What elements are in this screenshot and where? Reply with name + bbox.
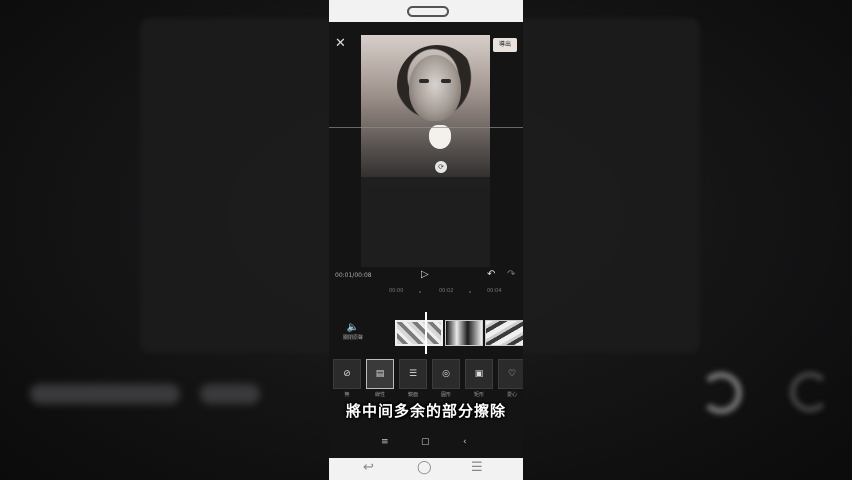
mask-toolbar: ⊘ 無 ▤ 線性 ☰ 鏡面 ◎ 圓形 ▣ 矩形 ♡ 愛心	[329, 359, 523, 403]
mask-heart-button[interactable]: ♡	[498, 359, 523, 389]
back-icon[interactable]: ‹	[463, 437, 467, 447]
mute-original-audio-button[interactable]: 🔈 關閉原聲	[335, 322, 371, 341]
tool-label: 鏡面	[407, 392, 418, 398]
heart-icon: ♡	[507, 369, 517, 379]
phone-bottom-bezel: ↩ ◯ ☰	[329, 458, 523, 480]
circle-icon: ◎	[442, 369, 450, 379]
ruler-tick: 00:00	[389, 288, 404, 294]
blurred-undo-icon	[700, 372, 742, 414]
phone-frame: ✕ 導出 ⟳ 00:01/00:08 ▷ ↶ ↷ 00:00 00:02 00:…	[329, 0, 523, 480]
mask-none-button[interactable]: ⊘	[333, 359, 361, 389]
mask-mirror-button[interactable]: ☰	[399, 359, 427, 389]
linear-icon: ▤	[375, 369, 385, 379]
tool-label: 矩形	[473, 392, 484, 398]
video-preview[interactable]	[361, 35, 490, 187]
hardware-back-icon[interactable]: ↩	[363, 460, 374, 475]
timeline-ruler: 00:00 00:02 00:04	[329, 286, 523, 298]
hardware-home-icon[interactable]: ◯	[417, 460, 432, 475]
video-subject-eye	[441, 79, 451, 83]
video-clip[interactable]	[485, 320, 523, 346]
video-subject-hand	[429, 125, 451, 149]
mask-linear-button[interactable]: ▤	[366, 359, 394, 389]
mask-rectangle-button[interactable]: ▣	[465, 359, 493, 389]
video-clip[interactable]	[445, 320, 483, 346]
play-button[interactable]: ▷	[421, 269, 429, 280]
speaker-icon	[407, 6, 449, 17]
tool-label: 圓形	[440, 392, 451, 398]
redo-button[interactable]: ↷	[507, 269, 515, 280]
speaker-mute-icon: 🔈	[346, 322, 360, 333]
rotate-handle-icon[interactable]: ⟳	[435, 161, 447, 173]
phone-top-bezel	[329, 0, 523, 22]
none-icon: ⊘	[343, 369, 351, 379]
mask-guide-line[interactable]	[329, 127, 523, 128]
tool-label: 無	[344, 392, 350, 398]
subtitle-caption: 將中间多余的部分擦除	[345, 402, 506, 420]
ruler-tick: 00:02	[439, 288, 454, 294]
home-icon[interactable]: ▢	[421, 437, 430, 447]
ruler-dot	[469, 291, 471, 293]
menu-icon[interactable]: ≡	[381, 437, 389, 447]
video-subject-eye	[419, 79, 429, 83]
mask-dark-region	[361, 177, 490, 187]
hardware-menu-icon[interactable]: ☰	[471, 460, 483, 475]
rectangle-icon: ▣	[474, 369, 484, 379]
ruler-tick: 00:04	[487, 288, 502, 294]
playhead[interactable]	[425, 312, 427, 354]
system-nav-bar: ≡ ▢ ‹	[329, 432, 523, 458]
close-button[interactable]: ✕	[335, 37, 346, 51]
export-button[interactable]: 導出	[493, 38, 517, 52]
mirror-icon: ☰	[408, 369, 418, 379]
tool-label: 愛心	[506, 392, 517, 398]
mute-label: 關閉原聲	[342, 335, 363, 341]
video-track[interactable]	[395, 320, 523, 346]
blurred-redo-icon	[790, 372, 830, 412]
canvas-empty-area	[361, 187, 490, 267]
ruler-dot	[419, 291, 421, 293]
video-clip[interactable]	[395, 320, 443, 346]
tool-label: 線性	[374, 392, 385, 398]
undo-button[interactable]: ↶	[487, 269, 495, 280]
editor-screen: ✕ 導出 ⟳ 00:01/00:08 ▷ ↶ ↷ 00:00 00:02 00:…	[329, 22, 523, 458]
mask-circle-button[interactable]: ◎	[432, 359, 460, 389]
video-subject-face	[409, 55, 461, 121]
time-display: 00:01/00:08	[335, 272, 372, 279]
